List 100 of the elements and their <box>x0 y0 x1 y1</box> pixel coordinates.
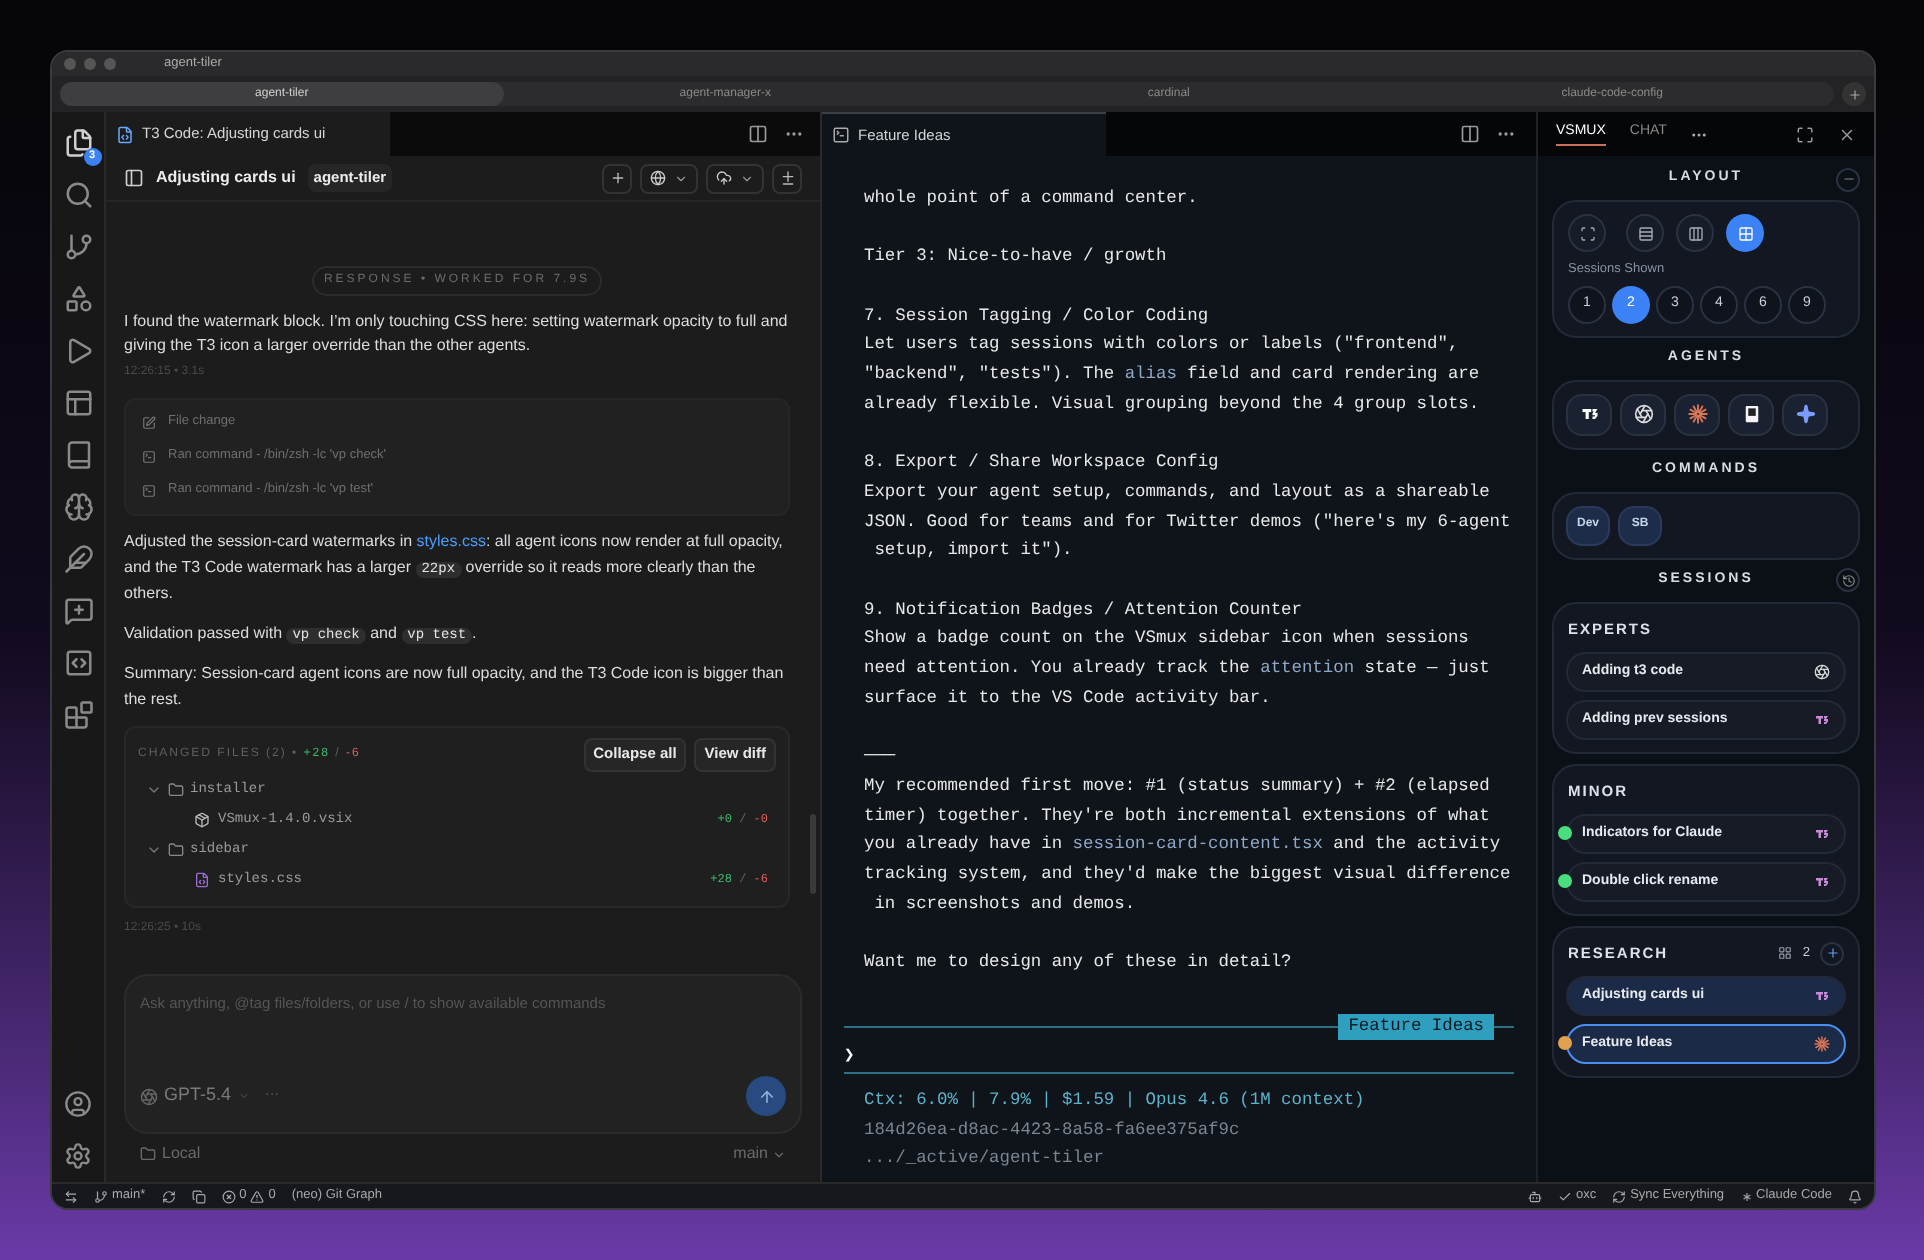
terminal-line: in screenshots and demos. <box>872 891 1136 918</box>
caret-icon <box>740 171 754 185</box>
agent-button[interactable] <box>1728 393 1774 436</box>
starburst-icon <box>1687 404 1707 425</box>
terminal-line: 9. Notification Badges / Attention Counter <box>864 597 1302 624</box>
caret-icon <box>772 1147 786 1161</box>
sparkle-icon <box>1795 404 1815 425</box>
extensions-icon[interactable] <box>63 700 93 730</box>
agent-button[interactable] <box>1674 393 1720 436</box>
terminal-line: Tier 3: Nice-to-have / growth <box>864 244 1167 271</box>
agent-button[interactable] <box>1620 393 1666 436</box>
diff-button[interactable] <box>772 163 802 193</box>
file-icon <box>194 872 210 888</box>
branch-icon <box>94 1189 108 1203</box>
file-link[interactable]: styles.css <box>416 532 486 550</box>
terminal-line: ─── <box>864 744 896 771</box>
aperture-icon <box>1814 663 1830 680</box>
terminal-line: you already have in session-card-content.tsx and the activity <box>864 832 1501 859</box>
account-icon[interactable] <box>64 1090 92 1118</box>
folder-icon <box>168 842 184 858</box>
copy-icon[interactable] <box>191 1189 206 1203</box>
terminal-line: 8. Export / Share Workspace Config <box>864 450 1219 477</box>
agent-button[interactable] <box>1566 393 1612 436</box>
sync-icon <box>1612 1189 1627 1203</box>
model-selector[interactable]: GPT-5.4 <box>140 1082 250 1110</box>
notebook-icon <box>1741 404 1761 425</box>
terminal-line: surface it to the VS Code activity bar. <box>864 685 1271 712</box>
remote-icon[interactable] <box>64 1189 78 1203</box>
file-icon <box>116 125 134 143</box>
folder-icon <box>140 1146 156 1162</box>
terminal-line: Let users tag sessions with colors or labels ("frontend", <box>864 332 1459 359</box>
agent-logo-icon <box>1814 711 1830 728</box>
aperture-icon <box>140 1087 158 1105</box>
terminal-line: "backend", "tests"). The alias field and card rendering are <box>864 362 1480 389</box>
check-icon <box>1557 1189 1572 1203</box>
code-square-icon[interactable] <box>63 648 93 678</box>
add-session-button[interactable] <box>1820 941 1844 966</box>
bot-icon[interactable] <box>1527 1189 1542 1203</box>
cloud-dropdown[interactable] <box>706 163 764 193</box>
caret-icon <box>674 171 688 185</box>
chat-plus-icon[interactable] <box>63 596 93 626</box>
terminal-line: My recommended first move: #1 (status summary) + #2 (elapsed <box>864 773 1490 800</box>
terminal-line: tracking system, and they'd make the biggest visual difference <box>864 862 1511 889</box>
status-line: .../_active/agent-tiler <box>862 1146 1104 1173</box>
layout-mode-button[interactable] <box>1726 214 1764 252</box>
shapes-icon[interactable] <box>63 284 93 314</box>
feather-icon[interactable] <box>63 544 93 574</box>
settings-icon[interactable] <box>64 1142 92 1170</box>
globe-icon <box>650 170 666 186</box>
caret-icon <box>237 1090 250 1102</box>
chevron-icon[interactable] <box>146 842 162 858</box>
terminal-line: JSON. Good for teams and for Twitter demos ("here's my 6-agent <box>864 509 1511 536</box>
terminal-line: Want me to design any of these in detail? <box>864 950 1292 977</box>
plus-minus-icon <box>779 170 795 186</box>
terminal-line: timer) together. They're both incremental extensions of what <box>864 803 1490 830</box>
columns-icon <box>1687 225 1703 241</box>
aperture-icon <box>1633 404 1653 425</box>
terminal-line: setup, import it"). <box>872 538 1073 565</box>
plus-icon <box>1825 946 1839 961</box>
book-icon[interactable] <box>63 440 93 470</box>
brain-icon[interactable] <box>63 492 93 522</box>
grid-icon[interactable] <box>1778 946 1793 961</box>
globe-dropdown[interactable] <box>640 163 698 193</box>
files-icon[interactable] <box>63 128 93 158</box>
close-icon[interactable] <box>1838 125 1856 143</box>
terminal-icon <box>142 450 156 464</box>
agent-logo-icon <box>1814 873 1830 890</box>
history-button[interactable] <box>1836 568 1860 593</box>
maximize-icon[interactable] <box>1796 125 1814 143</box>
plus-icon <box>609 170 625 186</box>
warning-icon <box>250 1189 265 1203</box>
terminal-icon <box>142 484 156 498</box>
chevron-icon[interactable] <box>146 782 162 798</box>
panels-icon[interactable] <box>63 388 93 418</box>
grid-icon <box>1737 225 1753 241</box>
agent-button[interactable] <box>1782 393 1828 436</box>
run-icon[interactable] <box>63 336 93 366</box>
edit-icon <box>142 416 156 430</box>
add-button[interactable] <box>602 163 632 193</box>
agent-logo-icon <box>1814 987 1830 1004</box>
sync-icon[interactable] <box>161 1189 176 1203</box>
bell-icon[interactable] <box>1848 1189 1862 1203</box>
new-tab-button[interactable] <box>1842 82 1866 106</box>
branch-icon[interactable] <box>63 232 93 262</box>
minus-icon <box>1841 172 1855 186</box>
terminal-icon <box>832 126 850 144</box>
agent-logo-icon <box>1579 404 1599 425</box>
split-editor-icon[interactable] <box>748 124 768 144</box>
scan-icon <box>1579 225 1595 241</box>
send-button[interactable] <box>746 1076 786 1116</box>
terminal-line: already flexible. Visual grouping beyond the 4 group slots. <box>864 391 1480 418</box>
terminal-line: 7. Session Tagging / Color Coding <box>864 303 1209 330</box>
prompt-symbol: ❯ <box>844 1043 855 1070</box>
search-icon[interactable] <box>63 180 93 210</box>
chat-message: Summary: Session-card agent icons are now full opacity, and the T3 Code icon is bigger than the rest. <box>124 662 786 711</box>
split-editor-icon[interactable] <box>1460 124 1480 144</box>
terminal-line: Show a badge count on the VSmux sidebar icon when sessions <box>864 626 1469 653</box>
plus-icon <box>1847 87 1861 101</box>
status-line: Ctx: 6.0% | 7.9% | $1.59 | Opus 4.6 (1M context) <box>862 1087 1365 1114</box>
sidebar-toggle-icon[interactable] <box>124 168 144 188</box>
